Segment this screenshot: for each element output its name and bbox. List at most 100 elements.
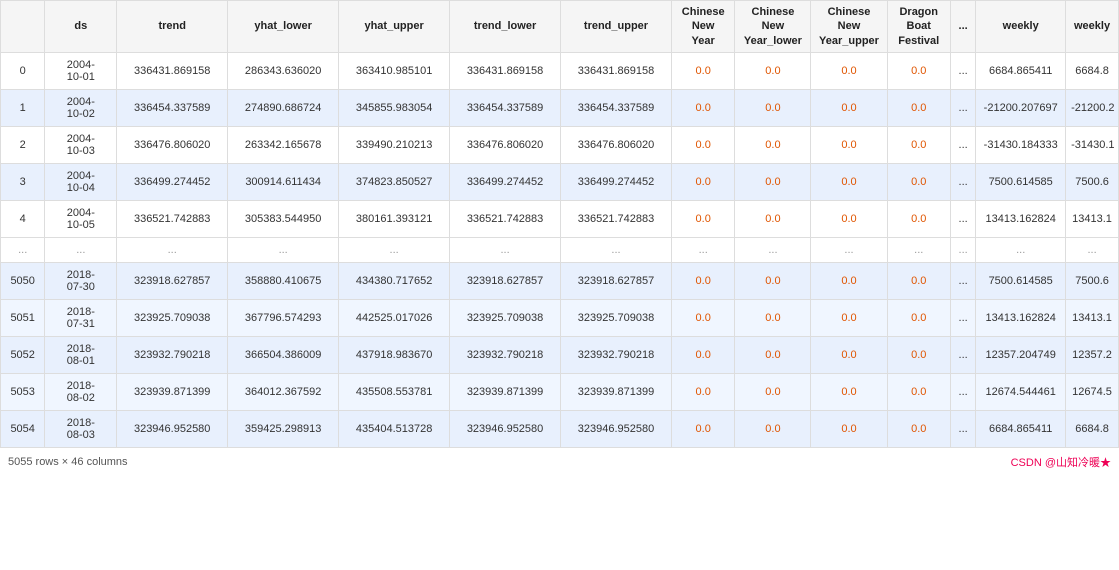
cell-trend: 336499.274452 — [117, 163, 228, 200]
cell-weekly1: 12357.204749 — [976, 336, 1066, 373]
cell-cny_lower: 0.0 — [735, 89, 811, 126]
cell-ds: 2004-10-03 — [45, 126, 117, 163]
cell-yhat_upper: 380161.393121 — [339, 200, 450, 237]
cell-dragon: 0.0 — [887, 126, 950, 163]
header-ds: ds — [45, 1, 117, 53]
cell-weekly2: 7500.6 — [1066, 163, 1119, 200]
cell-idx: 5051 — [1, 299, 45, 336]
cell-trend_upper: ... — [561, 237, 672, 262]
header-dragon: DragonBoatFestival — [887, 1, 950, 53]
cell-yhat_lower: 366504.386009 — [228, 336, 339, 373]
cell-cny_upper: ... — [811, 237, 887, 262]
cell-weekly1: 13413.162824 — [976, 299, 1066, 336]
cell-dots: ... — [950, 126, 975, 163]
cell-yhat_lower: 359425.298913 — [228, 410, 339, 447]
cell-weekly1: 6684.865411 — [976, 410, 1066, 447]
cell-cny: 0.0 — [671, 336, 734, 373]
cell-cny_lower: 0.0 — [735, 52, 811, 89]
cell-dragon: 0.0 — [887, 373, 950, 410]
cell-cny_lower: ... — [735, 237, 811, 262]
cell-cny_lower: 0.0 — [735, 336, 811, 373]
cell-trend_lower: 323925.709038 — [450, 299, 561, 336]
cell-dots: ... — [950, 410, 975, 447]
cell-dots: ... — [950, 262, 975, 299]
cell-yhat_upper: 435508.553781 — [339, 373, 450, 410]
cell-yhat_lower: 358880.410675 — [228, 262, 339, 299]
table-row: 50512018-07-31323925.709038367796.574293… — [1, 299, 1119, 336]
cell-idx: 3 — [1, 163, 45, 200]
cell-weekly2: 13413.1 — [1066, 200, 1119, 237]
cell-dots: ... — [950, 373, 975, 410]
table-row: 50502018-07-30323918.627857358880.410675… — [1, 262, 1119, 299]
cell-trend: 323932.790218 — [117, 336, 228, 373]
cell-idx: 5050 — [1, 262, 45, 299]
cell-trend_lower: ... — [450, 237, 561, 262]
cell-yhat_upper: 363410.985101 — [339, 52, 450, 89]
cell-cny: 0.0 — [671, 52, 734, 89]
cell-trend_upper: 336454.337589 — [561, 89, 672, 126]
cell-cny_lower: 0.0 — [735, 299, 811, 336]
header-weekly1: weekly — [976, 1, 1066, 53]
cell-weekly1: ... — [976, 237, 1066, 262]
cell-cny_lower: 0.0 — [735, 262, 811, 299]
cell-cny_lower: 0.0 — [735, 163, 811, 200]
cell-cny_upper: 0.0 — [811, 52, 887, 89]
cell-dots: ... — [950, 336, 975, 373]
cell-dragon: 0.0 — [887, 163, 950, 200]
cell-trend_lower: 323932.790218 — [450, 336, 561, 373]
header-trend-lower: trend_lower — [450, 1, 561, 53]
header-row: ds trend yhat_lower yhat_upper trend_low… — [1, 1, 1119, 53]
cell-yhat_lower: 367796.574293 — [228, 299, 339, 336]
cell-ds: ... — [45, 237, 117, 262]
cell-trend_upper: 336499.274452 — [561, 163, 672, 200]
cell-idx: ... — [1, 237, 45, 262]
cell-yhat_upper: 345855.983054 — [339, 89, 450, 126]
cell-dragon: 0.0 — [887, 299, 950, 336]
cell-dragon: 0.0 — [887, 89, 950, 126]
cell-cny_lower: 0.0 — [735, 373, 811, 410]
cell-dots: ... — [950, 163, 975, 200]
cell-yhat_lower: 364012.367592 — [228, 373, 339, 410]
cell-trend_lower: 336431.869158 — [450, 52, 561, 89]
table-row: 50522018-08-01323932.790218366504.386009… — [1, 336, 1119, 373]
cell-trend_lower: 323918.627857 — [450, 262, 561, 299]
cell-idx: 5053 — [1, 373, 45, 410]
cell-cny_upper: 0.0 — [811, 126, 887, 163]
cell-weekly2: 12674.5 — [1066, 373, 1119, 410]
table-row: 02004-10-01336431.869158286343.636020363… — [1, 52, 1119, 89]
cell-trend: 336476.806020 — [117, 126, 228, 163]
cell-weekly2: 7500.6 — [1066, 262, 1119, 299]
header-weekly2: weekly — [1066, 1, 1119, 53]
cell-weekly2: 12357.2 — [1066, 336, 1119, 373]
cell-trend: 323946.952580 — [117, 410, 228, 447]
cell-cny_upper: 0.0 — [811, 299, 887, 336]
cell-yhat_lower: 274890.686724 — [228, 89, 339, 126]
cell-ds: 2018-08-02 — [45, 373, 117, 410]
header-yhat-upper: yhat_upper — [339, 1, 450, 53]
cell-cny: 0.0 — [671, 126, 734, 163]
cell-weekly2: -21200.2 — [1066, 89, 1119, 126]
cell-yhat_lower: 305383.544950 — [228, 200, 339, 237]
header-trend-upper: trend_upper — [561, 1, 672, 53]
header-yhat-lower: yhat_lower — [228, 1, 339, 53]
cell-dragon: 0.0 — [887, 200, 950, 237]
table-row: 12004-10-02336454.337589274890.686724345… — [1, 89, 1119, 126]
cell-dots: ... — [950, 200, 975, 237]
cell-dragon: 0.0 — [887, 336, 950, 373]
cell-cny_upper: 0.0 — [811, 200, 887, 237]
cell-yhat_upper: 339490.210213 — [339, 126, 450, 163]
cell-dragon: 0.0 — [887, 262, 950, 299]
cell-idx: 0 — [1, 52, 45, 89]
cell-dragon: ... — [887, 237, 950, 262]
cell-cny_upper: 0.0 — [811, 89, 887, 126]
cell-trend_upper: 323932.790218 — [561, 336, 672, 373]
table-row: ........................................… — [1, 237, 1119, 262]
cell-cny: 0.0 — [671, 262, 734, 299]
cell-yhat_lower: 263342.165678 — [228, 126, 339, 163]
cell-weekly2: ... — [1066, 237, 1119, 262]
cell-cny: 0.0 — [671, 373, 734, 410]
cell-cny_upper: 0.0 — [811, 410, 887, 447]
cell-dots: ... — [950, 89, 975, 126]
cell-weekly1: 6684.865411 — [976, 52, 1066, 89]
cell-yhat_upper: 435404.513728 — [339, 410, 450, 447]
